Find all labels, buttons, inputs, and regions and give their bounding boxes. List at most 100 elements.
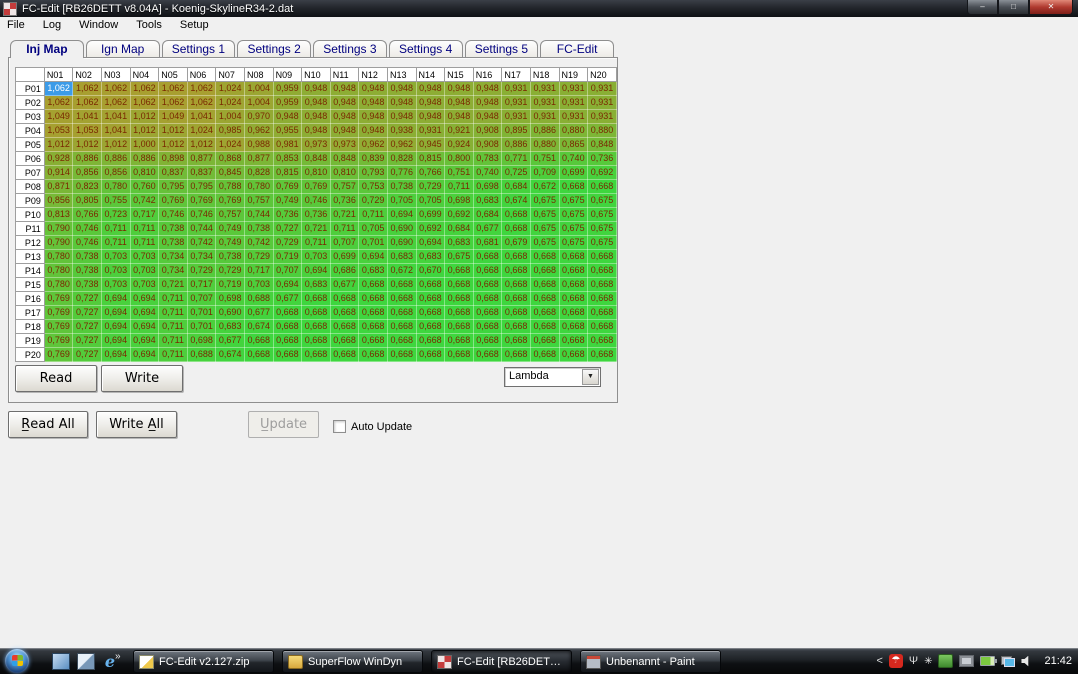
map-cell[interactable]: 0,738 <box>72 263 103 278</box>
map-cell[interactable]: 0,959 <box>272 81 303 96</box>
map-cell[interactable]: 0,668 <box>415 305 446 320</box>
menu-window[interactable]: Window <box>70 17 127 33</box>
map-cell[interactable]: 0,766 <box>72 207 103 222</box>
map-cell[interactable]: 0,751 <box>529 151 560 166</box>
auto-update-checkbox[interactable] <box>333 420 346 433</box>
map-cell[interactable]: 0,674 <box>215 347 245 362</box>
map-cell[interactable]: 0,898 <box>158 151 188 166</box>
map-cell[interactable]: 0,668 <box>558 179 589 194</box>
map-cell[interactable]: 0,886 <box>501 137 531 152</box>
map-cell[interactable]: 0,668 <box>386 277 417 292</box>
map-cell[interactable]: 0,668 <box>501 221 531 236</box>
map-cell[interactable]: 0,837 <box>158 165 188 180</box>
map-cell[interactable]: 0,727 <box>72 347 103 362</box>
map-cell[interactable]: 0,931 <box>529 81 560 96</box>
map-cell[interactable]: 0,668 <box>358 291 388 306</box>
map-cell[interactable]: 0,766 <box>415 165 446 180</box>
map-cell[interactable]: 0,810 <box>129 165 160 180</box>
map-cell[interactable]: 0,746 <box>301 193 331 208</box>
map-cell[interactable]: 0,683 <box>386 249 417 264</box>
map-cell[interactable]: 0,868 <box>215 151 245 166</box>
map-cell[interactable]: 1,012 <box>158 137 188 152</box>
switch-windows-icon[interactable] <box>77 652 95 670</box>
map-cell[interactable]: 0,729 <box>186 263 217 278</box>
map-cell[interactable]: 0,683 <box>415 249 446 264</box>
map-cell[interactable]: 0,694 <box>101 347 131 362</box>
map-cell[interactable]: 0,948 <box>329 123 360 138</box>
map-cell[interactable]: 0,675 <box>529 193 560 208</box>
map-cell[interactable]: 0,790 <box>43 235 74 250</box>
map-cell[interactable]: 1,041 <box>101 109 131 124</box>
map-cell[interactable]: 0,928 <box>43 151 74 166</box>
map-cell[interactable]: 0,701 <box>186 319 217 334</box>
network-icon[interactable] <box>1001 655 1016 667</box>
map-cell[interactable]: 0,813 <box>43 207 74 222</box>
map-cell[interactable]: 0,694 <box>129 333 160 348</box>
map-cell[interactable]: 0,749 <box>215 221 245 236</box>
map-cell[interactable]: 0,683 <box>444 235 474 250</box>
map-cell[interactable]: 0,668 <box>587 319 617 334</box>
map-cell[interactable]: 0,729 <box>215 263 245 278</box>
map-cell[interactable]: 0,746 <box>186 207 217 222</box>
map-cell[interactable]: 0,769 <box>43 319 74 334</box>
map-cell[interactable]: 0,721 <box>158 277 188 292</box>
map-cell[interactable]: 0,694 <box>301 263 331 278</box>
map-cell[interactable]: 0,668 <box>472 333 503 348</box>
map-cell[interactable]: 0,668 <box>444 263 474 278</box>
map-cell[interactable]: 0,853 <box>272 151 303 166</box>
map-cell[interactable]: 0,675 <box>587 193 617 208</box>
map-cell[interactable]: 0,668 <box>444 305 474 320</box>
map-cell[interactable]: 0,780 <box>43 249 74 264</box>
menu-log[interactable]: Log <box>34 17 70 33</box>
map-cell[interactable]: 0,871 <box>43 179 74 194</box>
tab-settings-1[interactable]: Settings 1 <box>161 40 236 58</box>
map-cell[interactable]: 0,694 <box>101 291 131 306</box>
map-cell[interactable]: 0,744 <box>186 221 217 236</box>
map-cell[interactable]: 0,746 <box>72 235 103 250</box>
map-cell[interactable]: 0,694 <box>272 277 303 292</box>
tab-settings-2[interactable]: Settings 2 <box>237 40 311 58</box>
map-cell[interactable]: 0,703 <box>101 263 131 278</box>
map-cell[interactable]: 0,711 <box>158 305 188 320</box>
map-cell[interactable]: 0,692 <box>444 207 474 222</box>
map-cell[interactable]: 0,751 <box>444 165 474 180</box>
map-cell[interactable]: 0,668 <box>558 263 589 278</box>
map-cell[interactable]: 1,041 <box>186 109 217 124</box>
map-cell[interactable]: 0,694 <box>129 347 160 362</box>
map-cell[interactable]: 0,698 <box>215 291 245 306</box>
map-cell[interactable]: 0,948 <box>301 81 331 96</box>
map-cell[interactable]: 1,062 <box>101 81 131 96</box>
map-cell[interactable]: 1,012 <box>101 137 131 152</box>
map-cell[interactable]: 0,668 <box>272 347 303 362</box>
map-cell[interactable]: 0,711 <box>444 179 474 194</box>
map-cell[interactable]: 1,062 <box>72 95 103 110</box>
map-cell[interactable]: 0,703 <box>101 249 131 264</box>
map-cell[interactable]: 0,753 <box>358 179 388 194</box>
map-cell[interactable]: 0,725 <box>501 165 531 180</box>
map-cell[interactable]: 0,668 <box>444 291 474 306</box>
map-cell[interactable]: 0,810 <box>301 165 331 180</box>
map-cell[interactable]: 0,848 <box>587 137 617 152</box>
taskbar-task-unbenannt-paint[interactable]: Unbenannt - Paint <box>580 650 721 673</box>
map-cell[interactable]: 0,757 <box>243 193 274 208</box>
map-cell[interactable]: 0,828 <box>386 151 417 166</box>
map-cell[interactable]: 0,668 <box>529 305 560 320</box>
map-cell[interactable]: 0,672 <box>529 179 560 194</box>
map-cell[interactable]: 0,776 <box>386 165 417 180</box>
map-cell[interactable]: 0,845 <box>215 165 245 180</box>
map-cell[interactable]: 0,677 <box>243 305 274 320</box>
map-cell[interactable]: 0,668 <box>472 277 503 292</box>
map-cell[interactable]: 0,727 <box>72 333 103 348</box>
menu-tools[interactable]: Tools <box>127 17 171 33</box>
map-cell[interactable]: 1,024 <box>215 137 245 152</box>
map-cell[interactable]: 0,877 <box>243 151 274 166</box>
map-cell-selected[interactable]: 1,062 <box>43 81 74 96</box>
map-cell[interactable]: 0,668 <box>301 333 331 348</box>
map-cell[interactable]: 0,795 <box>186 179 217 194</box>
map-cell[interactable]: 0,780 <box>43 263 74 278</box>
map-cell[interactable]: 0,690 <box>386 235 417 250</box>
map-cell[interactable]: 0,711 <box>101 221 131 236</box>
map-cell[interactable]: 0,931 <box>558 95 589 110</box>
taskbar-task-fc-edit-rb26dett[interactable]: FC-Edit [RB26DETT ... <box>431 650 572 673</box>
map-cell[interactable]: 1,004 <box>215 109 245 124</box>
